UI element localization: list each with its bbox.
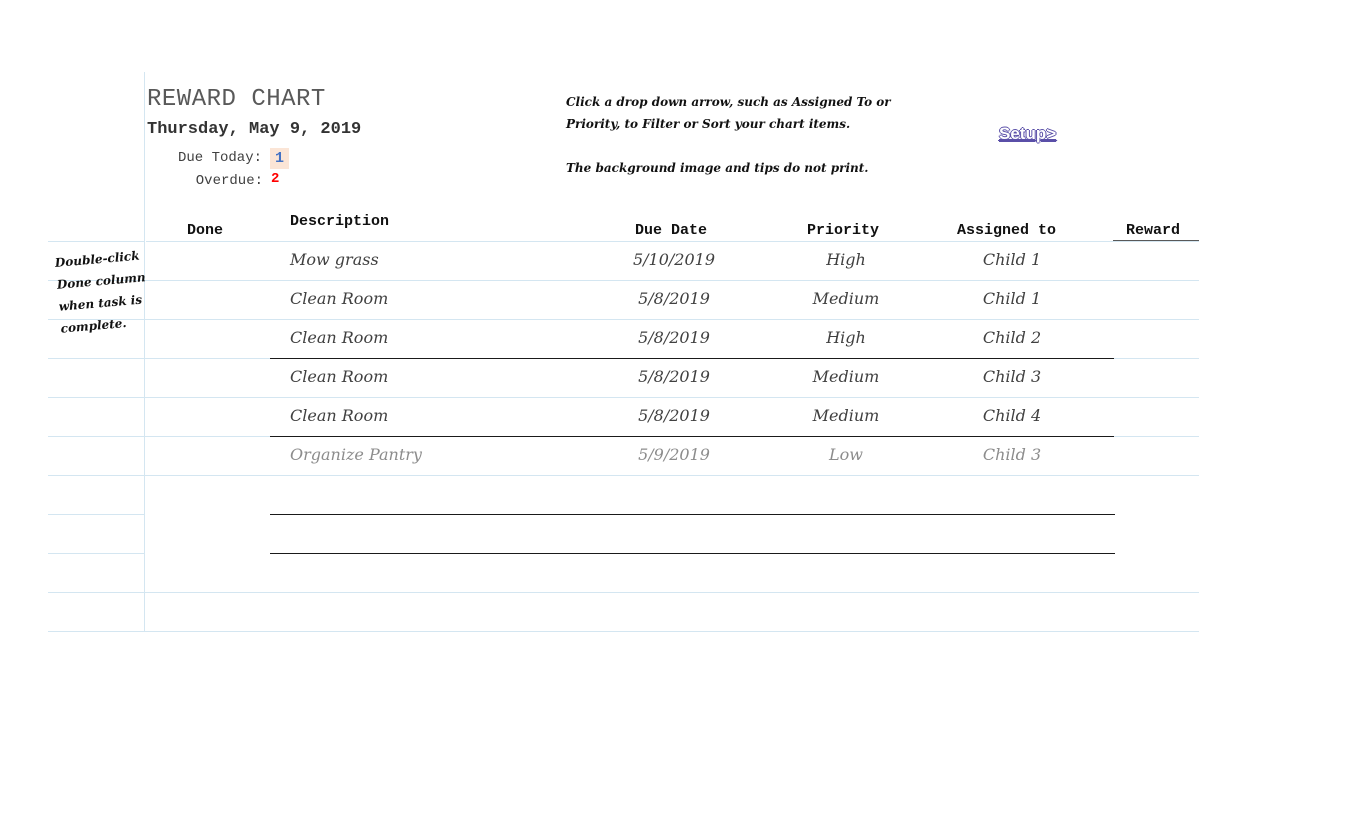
description-cell[interactable]: Clean Room xyxy=(290,367,388,386)
tip-line-1: Click a drop down arrow, such as Assigne… xyxy=(566,95,891,109)
setup-link[interactable]: Setup> xyxy=(999,124,1056,144)
priority-cell[interactable]: Medium xyxy=(776,289,916,308)
overdue-label: Overdue: xyxy=(195,173,263,189)
grid-line xyxy=(48,241,144,242)
column-header-description[interactable]: Description xyxy=(290,213,389,230)
side-note: Double-click Done column when task is co… xyxy=(54,244,153,340)
priority-cell[interactable]: Low xyxy=(776,445,916,464)
description-cell[interactable]: Clean Room xyxy=(290,406,388,425)
grid-line xyxy=(48,514,144,515)
done-cell[interactable] xyxy=(146,242,266,281)
column-header-priority[interactable]: Priority xyxy=(807,222,879,239)
due-date-cell[interactable]: 5/8/2019 xyxy=(606,367,742,386)
grid-line xyxy=(48,592,1199,593)
done-cell[interactable] xyxy=(146,359,266,398)
row-separator xyxy=(270,514,1115,515)
table-row[interactable]: Mow grass 5/10/2019 High Child 1 xyxy=(146,242,1199,281)
due-date-cell[interactable]: 5/8/2019 xyxy=(606,328,742,347)
description-cell[interactable]: Clean Room xyxy=(290,289,388,308)
table-row[interactable]: Clean Room 5/8/2019 Medium Child 3 xyxy=(146,359,1199,398)
assigned-to-cell[interactable]: Child 1 xyxy=(942,250,1082,269)
due-date-cell[interactable]: 5/8/2019 xyxy=(606,406,742,425)
assigned-to-cell[interactable]: Child 3 xyxy=(942,445,1082,464)
due-date-cell[interactable]: 5/9/2019 xyxy=(606,445,742,464)
done-cell[interactable] xyxy=(146,320,266,359)
done-cell[interactable] xyxy=(146,281,266,320)
due-date-cell[interactable]: 5/8/2019 xyxy=(606,289,742,308)
grid-line xyxy=(48,553,144,554)
tip-line-2: Priority, to Filter or Sort your chart i… xyxy=(566,117,851,131)
table-row[interactable]: Clean Room 5/8/2019 Medium Child 4 xyxy=(146,398,1199,437)
assigned-to-cell[interactable]: Child 2 xyxy=(942,328,1082,347)
row-separator xyxy=(270,553,1115,554)
column-header-reward[interactable]: Reward xyxy=(1126,222,1180,239)
priority-cell[interactable]: High xyxy=(776,250,916,269)
done-cell[interactable] xyxy=(146,398,266,437)
assigned-to-cell[interactable]: Child 4 xyxy=(942,406,1082,425)
done-cell[interactable] xyxy=(146,437,266,476)
description-cell[interactable]: Clean Room xyxy=(290,328,388,347)
grid-line xyxy=(48,631,1199,632)
reward-header-underline xyxy=(1113,240,1199,241)
column-header-due-date[interactable]: Due Date xyxy=(635,222,707,239)
due-today-count: 1 xyxy=(270,148,289,169)
table-row[interactable]: Clean Room 5/8/2019 Medium Child 1 xyxy=(146,281,1199,320)
table-row[interactable]: Clean Room 5/8/2019 High Child 2 xyxy=(146,320,1199,359)
description-cell[interactable]: Mow grass xyxy=(290,250,379,269)
tip-line-3: The background image and tips do not pri… xyxy=(566,161,869,175)
overdue-count: 2 xyxy=(271,171,280,187)
priority-cell[interactable]: High xyxy=(776,328,916,347)
assigned-to-cell[interactable]: Child 3 xyxy=(942,367,1082,386)
table-row[interactable]: Organize Pantry 5/9/2019 Low Child 3 xyxy=(146,437,1199,476)
column-header-assigned-to[interactable]: Assigned to xyxy=(957,222,1056,239)
assigned-to-cell[interactable]: Child 1 xyxy=(942,289,1082,308)
page-title: REWARD CHART xyxy=(147,86,326,113)
priority-cell[interactable]: Medium xyxy=(776,406,916,425)
due-today-label: Due Today: xyxy=(177,150,262,166)
current-date: Thursday, May 9, 2019 xyxy=(147,120,362,139)
due-date-cell[interactable]: 5/10/2019 xyxy=(606,250,742,269)
priority-cell[interactable]: Medium xyxy=(776,367,916,386)
description-cell[interactable]: Organize Pantry xyxy=(290,445,422,464)
column-header-done[interactable]: Done xyxy=(187,222,223,239)
